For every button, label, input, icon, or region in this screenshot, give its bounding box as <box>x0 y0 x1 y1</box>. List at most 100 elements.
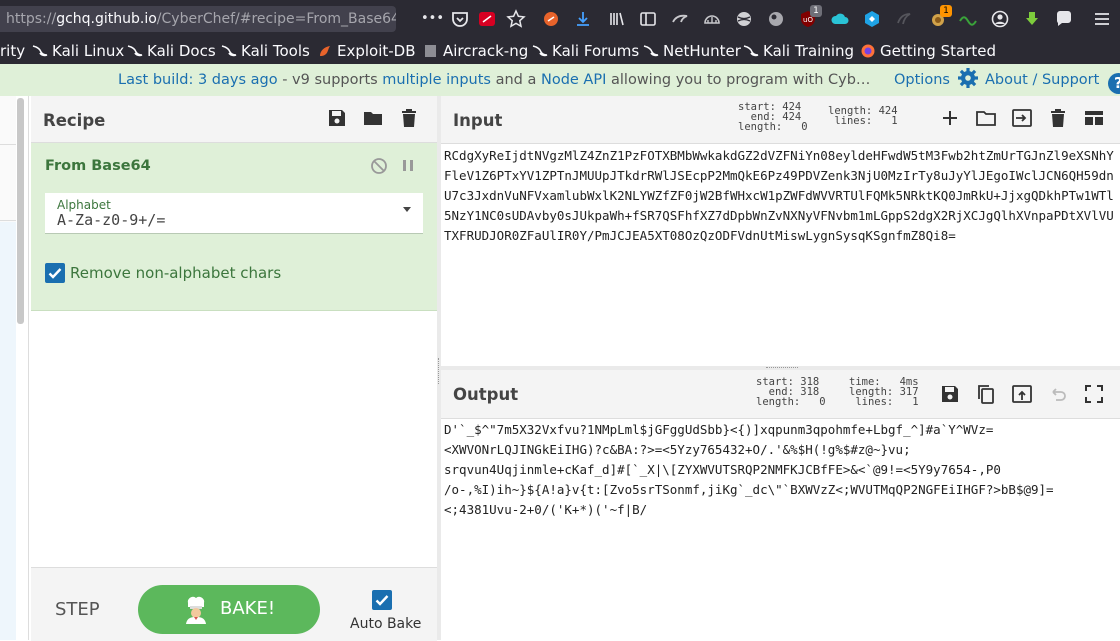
clear-input-button[interactable] <box>1047 107 1069 129</box>
operation-title: From Base64 <box>45 158 151 174</box>
node-api-link[interactable]: Node API <box>541 72 606 88</box>
kali-dragon-icon <box>743 45 759 57</box>
operation-from-base64[interactable]: From Base64 Alphabet A-Za-z0-9+/= Remove… <box>31 143 437 311</box>
bookmark-item[interactable]: Kali Docs <box>127 41 216 61</box>
save-output-button[interactable] <box>939 383 961 405</box>
sidebar-icon[interactable] <box>638 9 658 29</box>
output-selection-stats: start: 318 end: 318 length: 0 <box>756 376 826 408</box>
scroll-extension-icon[interactable] <box>958 9 978 29</box>
kali-dragon-icon <box>32 45 48 57</box>
reset-layout-button[interactable] <box>1083 107 1105 129</box>
open-file-button[interactable] <box>1011 107 1033 129</box>
save-icon <box>329 110 345 126</box>
fullscreen-icon <box>1085 385 1103 403</box>
recipe-title: Recipe <box>43 111 106 130</box>
save-recipe-button[interactable] <box>326 107 348 129</box>
menu-hamburger-icon[interactable] <box>1092 9 1112 29</box>
chef-icon <box>186 596 206 624</box>
maximize-output-button[interactable] <box>1083 383 1105 405</box>
cloud-icon[interactable] <box>830 9 850 29</box>
bookmark-star-icon[interactable] <box>506 9 526 29</box>
library-icon[interactable] <box>607 9 627 29</box>
input-textarea[interactable]: RCdgXyReIjdtNVgzMlZ4ZnZ1PzFOTXBMbWwkakdG… <box>444 146 1116 246</box>
remove-non-alphabet-checkbox[interactable] <box>45 263 65 283</box>
cloud-helmet-icon[interactable] <box>702 9 722 29</box>
bookmark-item[interactable]: Aircrack-ng <box>423 41 528 61</box>
input-selection-stats: start: 424 end: 424 length: 0 <box>738 101 808 133</box>
alphabet-select[interactable]: Alphabet A-Za-z0-9+/= <box>45 193 423 234</box>
hexagon-icon[interactable] <box>862 9 882 29</box>
bookmark-item[interactable]: Kali Linux <box>32 41 124 61</box>
downloads-icon[interactable] <box>573 9 593 29</box>
input-length-stats: length: 424 lines: 1 <box>828 105 898 127</box>
notice-banner: Last build: 3 days ago - v9 supports mul… <box>0 64 1120 96</box>
plus-icon <box>943 111 957 125</box>
bookmark-item[interactable]: Kali Forums <box>532 41 639 61</box>
pocket-icon[interactable] <box>450 9 470 29</box>
ball-icon[interactable] <box>734 9 754 29</box>
svg-text:uO: uO <box>803 16 813 24</box>
clear-recipe-button[interactable] <box>398 107 420 129</box>
url-path: /CyberChef/#recipe=From_Base64( <box>156 11 396 27</box>
output-time-stats: time: 4ms length: 317 lines: 1 <box>849 376 919 408</box>
kali-dragon-icon <box>127 45 143 57</box>
copy-output-button[interactable] <box>975 383 997 405</box>
file-import-icon <box>1012 109 1032 127</box>
operations-category-list <box>0 222 16 640</box>
url-field[interactable]: https://gchq.github.io/CyberChef/#recipe… <box>0 6 396 32</box>
swirl-icon[interactable] <box>670 9 690 29</box>
ublock-icon[interactable]: uO 1 <box>798 5 822 29</box>
kali-dragon-icon <box>532 45 548 57</box>
remove-non-alphabet-label: Remove non-alphabet chars <box>70 264 282 282</box>
divider <box>0 220 16 221</box>
bookmark-item[interactable]: NetHunter <box>643 41 741 61</box>
account-icon[interactable] <box>990 9 1010 29</box>
replace-input-button[interactable] <box>1011 383 1033 405</box>
bookmark-item[interactable]: Kali Tools <box>221 41 310 61</box>
about-support-button[interactable]: About / Support ? <box>985 64 1120 96</box>
bake-button[interactable]: BAKE! <box>138 585 320 634</box>
extension-yellow-icon[interactable]: 1 <box>928 5 952 29</box>
bookmark-item[interactable]: Kali Training <box>743 41 854 61</box>
load-recipe-button[interactable] <box>362 107 384 129</box>
pause-operation-button[interactable] <box>400 157 416 175</box>
bookmark-item[interactable]: Exploit-DB <box>317 41 416 61</box>
bookmark-item[interactable]: rity <box>0 41 25 61</box>
layout-icon <box>1085 111 1103 125</box>
disable-icon <box>371 158 387 174</box>
recipe-drop-area[interactable] <box>31 311 437 567</box>
alphabet-label: Alphabet <box>57 198 111 212</box>
browser-toolbar: https://gchq.github.io/CyberChef/#recipe… <box>0 0 1120 38</box>
output-header: Output start: 318 end: 318 length: 0 tim… <box>441 370 1120 419</box>
output-textarea[interactable]: D'`_$^"7m5X32Vxfvu?1NMpLml$jGFggUdSbb}<{… <box>444 420 1116 520</box>
undo-button[interactable] <box>1047 383 1069 405</box>
bookmark-item[interactable]: Getting Started <box>860 41 996 61</box>
url-host: gchq.github.io <box>56 11 157 27</box>
multiple-inputs-link[interactable]: multiple inputs <box>382 72 491 88</box>
auto-bake-checkbox[interactable] <box>372 590 392 610</box>
scrollbar-thumb[interactable] <box>17 98 24 324</box>
download-arrow-icon[interactable] <box>1022 9 1042 29</box>
checkmark-icon <box>375 595 389 606</box>
save-icon <box>942 386 958 402</box>
add-input-tab-button[interactable] <box>939 107 961 129</box>
options-button[interactable]: Options <box>894 64 979 96</box>
last-build-link[interactable]: Last build: 3 days ago <box>118 72 278 88</box>
chat-icon[interactable] <box>1054 9 1074 29</box>
trash-icon <box>1051 109 1065 127</box>
open-folder-button[interactable] <box>975 107 997 129</box>
extension-red-icon[interactable] <box>477 9 497 29</box>
auto-bake-label: Auto Bake <box>350 616 422 632</box>
disabled-extension-icon[interactable] <box>894 9 914 29</box>
page-actions-icon[interactable]: ••• <box>421 9 444 29</box>
trash-icon <box>402 109 416 127</box>
globe-icon[interactable] <box>766 9 786 29</box>
input-title: Input <box>453 111 503 130</box>
ublock-badge: 1 <box>810 5 822 17</box>
firefox-icon <box>861 44 875 58</box>
burpsuite-icon[interactable] <box>541 9 561 29</box>
step-button[interactable]: STEP <box>55 599 100 620</box>
disable-operation-button[interactable] <box>370 157 388 175</box>
move-to-input-icon <box>1012 385 1032 403</box>
bake-controls: STEP BAKE! Auto Bake <box>31 567 437 641</box>
